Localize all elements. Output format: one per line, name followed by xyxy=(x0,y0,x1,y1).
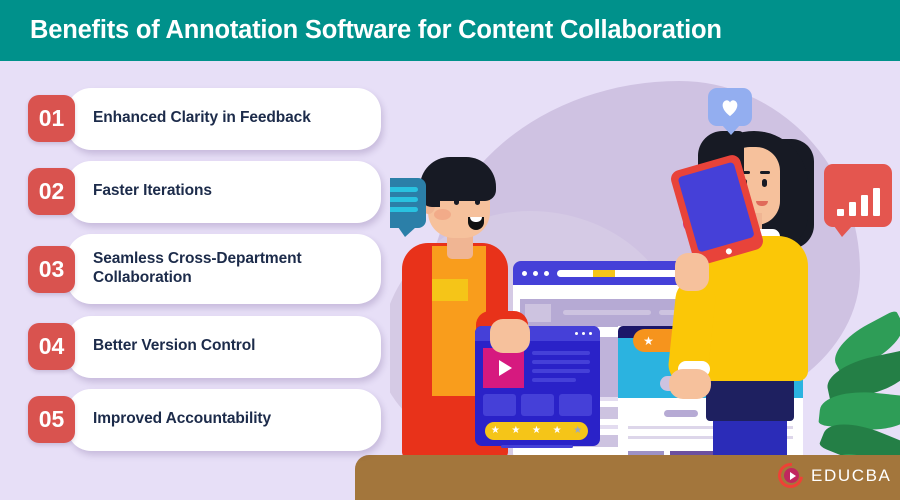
header-bar: Benefits of Annotation Software for Cont… xyxy=(0,0,900,61)
window-dot-icon xyxy=(544,270,549,276)
item-label: Faster Iterations xyxy=(93,182,212,200)
list-item[interactable]: 05 Improved Accountability xyxy=(28,388,388,451)
infographic-root: Benefits of Annotation Software for Cont… xyxy=(0,0,900,500)
man-hand xyxy=(490,319,530,353)
item-card[interactable]: Seamless Cross-Department Collaboration xyxy=(67,234,381,304)
list-item[interactable]: 02 Faster Iterations xyxy=(28,160,388,223)
star-icon: ★ xyxy=(643,333,654,348)
window-dot-icon xyxy=(522,270,527,276)
item-card[interactable]: Enhanced Clarity in Feedback xyxy=(67,87,381,150)
benefits-list: 01 Enhanced Clarity in Feedback 02 Faste… xyxy=(28,87,388,466)
illustration: ★ ★ ★ ★ search ★ ★ ★ ★ ★ xyxy=(390,61,900,500)
item-label: Better Version Control xyxy=(93,337,256,355)
chat-lines-icon xyxy=(390,207,418,212)
bar-chart-icon xyxy=(848,202,856,216)
tablet-screen xyxy=(677,161,755,253)
chart-bubble xyxy=(824,164,892,237)
star-icon: ★ xyxy=(552,425,562,436)
educba-logo-icon xyxy=(772,457,809,494)
list-item[interactable]: 03 Seamless Cross-Department Collaborati… xyxy=(28,234,388,304)
list-item[interactable]: 04 Better Version Control xyxy=(28,315,388,378)
item-number-badge: 03 xyxy=(28,245,75,293)
play-icon xyxy=(498,360,512,376)
chat-bubble xyxy=(390,178,426,237)
item-card[interactable]: Better Version Control xyxy=(67,315,381,378)
star-icon: ★ xyxy=(490,425,500,436)
heart-icon xyxy=(722,100,738,117)
item-card[interactable]: Improved Accountability xyxy=(67,388,381,451)
bar-chart-icon xyxy=(860,195,868,216)
item-number-badge: 02 xyxy=(28,168,75,215)
url-highlight xyxy=(593,269,615,277)
item-label: Improved Accountability xyxy=(93,410,271,428)
play-button[interactable] xyxy=(483,348,524,388)
star-icon: ★ xyxy=(573,425,583,436)
item-number-badge: 01 xyxy=(28,95,75,142)
brand-name: EDUCBA xyxy=(811,465,892,485)
bar-chart-icon xyxy=(836,209,844,216)
item-label: Enhanced Clarity in Feedback xyxy=(93,109,311,127)
item-label: Seamless Cross-Department Collaboration xyxy=(93,250,302,286)
chat-lines-icon xyxy=(390,197,418,202)
item-number-badge: 04 xyxy=(28,323,75,370)
item-card[interactable]: Faster Iterations xyxy=(67,160,381,223)
chat-lines-icon xyxy=(390,187,418,192)
content-thumbnail xyxy=(525,304,551,322)
item-number-badge: 05 xyxy=(28,396,75,443)
woman-hand xyxy=(675,253,709,291)
window-dot-icon xyxy=(533,270,538,276)
educba-logo[interactable]: EDUCBA xyxy=(772,457,892,494)
tablet-home-button xyxy=(725,247,733,256)
bar-chart-icon xyxy=(872,188,880,216)
heart-bubble xyxy=(708,88,752,135)
list-item[interactable]: 01 Enhanced Clarity in Feedback xyxy=(28,87,388,150)
star-icon: ★ xyxy=(511,425,521,436)
page-title: Benefits of Annotation Software for Cont… xyxy=(30,16,722,44)
video-rating-badge: ★ ★ ★ ★ ★ xyxy=(485,422,588,440)
star-icon: ★ xyxy=(532,425,541,436)
